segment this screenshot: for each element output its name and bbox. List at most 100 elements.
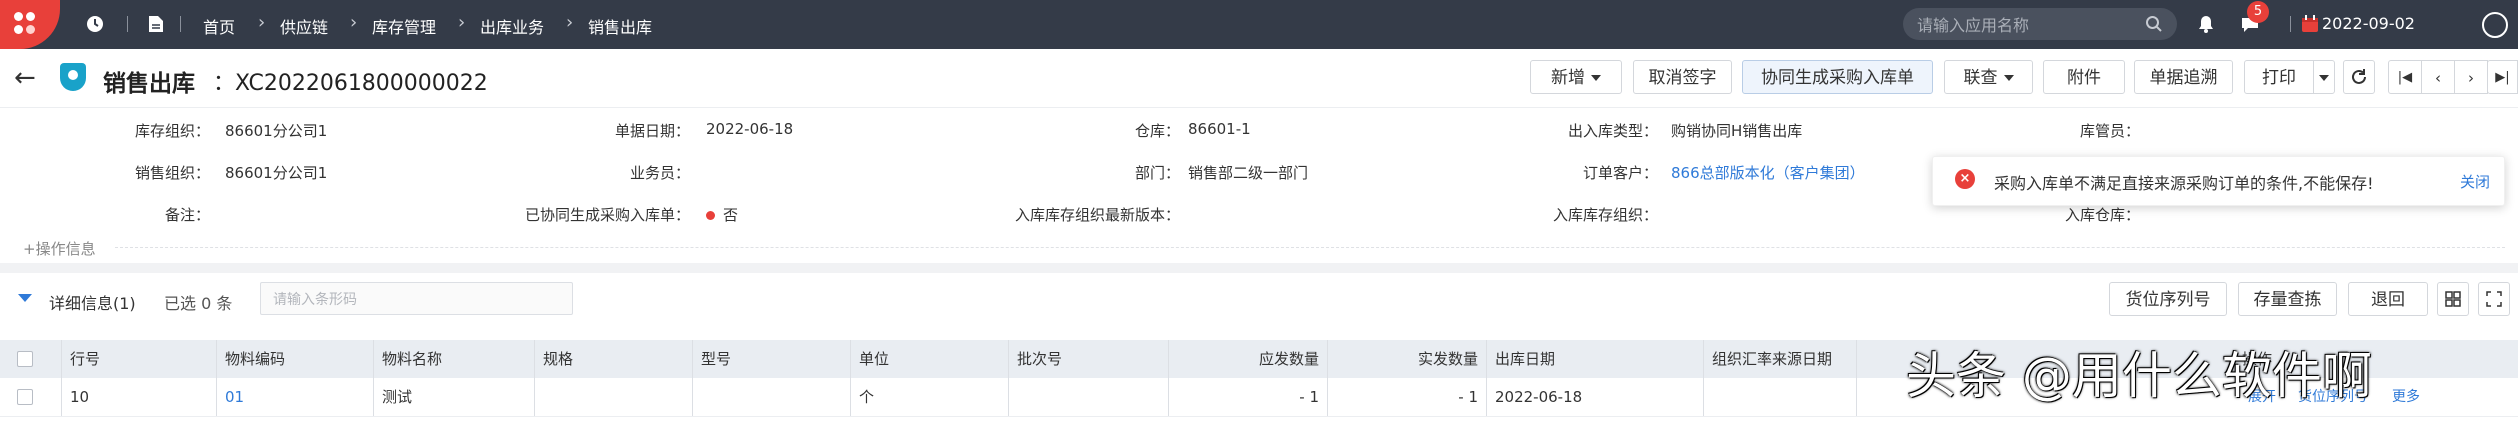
- document-icon[interactable]: [146, 14, 166, 34]
- cell-line-number: 10: [62, 378, 217, 416]
- grid-view-button[interactable]: [2437, 282, 2469, 316]
- divider: [115, 247, 2505, 248]
- column-header[interactable]: 行号: [62, 340, 217, 378]
- document-number: ：XC2022061800000022: [213, 71, 488, 96]
- generate-purchase-inbound-button[interactable]: 协同生成采购入库单: [1742, 60, 1933, 94]
- clock-icon[interactable]: [85, 14, 105, 34]
- dept-label: 部门：: [1134, 164, 1180, 182]
- calendar-icon[interactable]: [2300, 14, 2320, 34]
- row-checkbox[interactable]: [17, 389, 33, 405]
- breadcrumb-current: 销售出库: [588, 18, 653, 37]
- user-avatar[interactable]: [2482, 12, 2508, 38]
- cell-due-qty: - 1: [1169, 378, 1328, 416]
- sales-org-value: 86601分公司1: [225, 164, 328, 182]
- attachment-button[interactable]: 附件: [2043, 60, 2125, 94]
- select-all-checkbox[interactable]: [17, 351, 33, 367]
- page-title: 销售出库: [103, 71, 195, 97]
- operation-info-toggle[interactable]: +操作信息: [23, 238, 96, 259]
- refresh-button[interactable]: [2343, 60, 2375, 94]
- column-header[interactable]: 单位: [851, 340, 1009, 378]
- refresh-icon: [2352, 69, 2366, 84]
- breadcrumb-outbound[interactable]: 出库业务: [480, 14, 544, 38]
- cell-material-code[interactable]: 01: [217, 378, 374, 416]
- breadcrumb-inventory[interactable]: 库存管理: [372, 14, 436, 38]
- back-arrow-icon[interactable]: ←: [14, 63, 36, 93]
- column-header[interactable]: 型号: [693, 340, 851, 378]
- customer-link[interactable]: 866总部版本化（客户集团）: [1671, 162, 1865, 183]
- barcode-input[interactable]: [271, 289, 555, 311]
- column-header[interactable]: 物料编码: [217, 340, 374, 378]
- cell-rate-date: [1704, 378, 1857, 416]
- dept-value: 销售部二级一部门: [1188, 164, 1309, 182]
- app-logo[interactable]: [0, 0, 60, 49]
- outbound-type-value: 购销协同H销售出库: [1671, 122, 1803, 140]
- doc-date-value: 2022-06-18: [706, 120, 794, 138]
- selected-count: 已选 0 条: [164, 294, 233, 313]
- collab-generated-label: 已协同生成采购入库单：: [524, 206, 690, 224]
- document-trace-button[interactable]: 单据追溯: [2134, 60, 2233, 94]
- row-select-cell[interactable]: [0, 378, 62, 416]
- bell-icon[interactable]: [2196, 14, 2216, 34]
- toast-close-button[interactable]: 关闭: [2460, 171, 2490, 192]
- error-icon: ×: [1955, 169, 1975, 189]
- latest-version-label: 入库库存组织最新版本：: [1014, 206, 1180, 224]
- barcode-field[interactable]: [260, 282, 573, 315]
- print-dropdown[interactable]: [2313, 60, 2335, 94]
- cell-spec: [535, 378, 693, 416]
- inventory-org-value: 86601分公司1: [225, 122, 328, 140]
- location-serial-button[interactable]: 货位序列号: [2109, 282, 2227, 316]
- divider: [2290, 16, 2291, 32]
- cell-batch: [1009, 378, 1169, 416]
- column-header[interactable]: 实发数量: [1328, 340, 1487, 378]
- notification-badge: 5: [2247, 1, 2269, 23]
- column-header[interactable]: 应发数量: [1169, 340, 1328, 378]
- keeper-label: 库管员：: [2079, 122, 2140, 140]
- breadcrumb-home[interactable]: 首页: [203, 14, 235, 38]
- collapse-caret-icon[interactable]: [18, 294, 32, 302]
- toast-message: 采购入库单不满足直接来源采购订单的条件,不能保存!: [1994, 174, 2374, 193]
- inbound-org-label: 入库库存组织：: [1552, 206, 1658, 224]
- error-toast: × 采购入库单不满足直接来源采购订单的条件,不能保存! 关闭: [1932, 156, 2505, 206]
- row-more-link[interactable]: 更多: [2392, 378, 2420, 416]
- next-page-button[interactable]: ›: [2454, 60, 2488, 94]
- cell-actual-qty: - 1: [1328, 378, 1487, 416]
- top-navigation-bar: 首页 › 供应链 › 库存管理 › 出库业务 › 销售出库 5 2022-09-…: [0, 0, 2518, 49]
- print-button[interactable]: 打印: [2244, 60, 2314, 94]
- outbound-type-label: 出入库类型：: [1567, 122, 1658, 140]
- doc-date-label: 单据日期：: [614, 122, 690, 140]
- first-page-button[interactable]: |◀: [2388, 60, 2422, 94]
- breadcrumb-separator: ›: [258, 12, 266, 33]
- fullscreen-button[interactable]: [2478, 282, 2510, 316]
- current-date: 2022-09-02: [2322, 14, 2415, 33]
- document-type-icon: [60, 63, 86, 91]
- breadcrumb-supply-chain[interactable]: 供应链: [280, 14, 328, 38]
- warehouse-value: 86601-1: [1188, 120, 1251, 138]
- column-header[interactable]: 组织汇率来源日期: [1704, 340, 1857, 378]
- prev-page-button[interactable]: ‹: [2421, 60, 2455, 94]
- detail-section-title[interactable]: 详细信息(1): [49, 290, 136, 314]
- app-search-box[interactable]: [1903, 8, 2177, 40]
- select-all-cell[interactable]: [0, 340, 62, 378]
- divider: [180, 16, 181, 32]
- collab-generated-value: 否: [706, 204, 738, 225]
- search-icon[interactable]: [2145, 15, 2163, 33]
- cancel-sign-button[interactable]: 取消签字: [1633, 60, 1732, 94]
- add-button[interactable]: 新增: [1530, 60, 1622, 94]
- section-separator: [0, 263, 2518, 273]
- divider: [127, 16, 128, 32]
- column-header[interactable]: 出库日期: [1487, 340, 1704, 378]
- last-page-button[interactable]: ▶|: [2487, 60, 2518, 94]
- cell-model: [693, 378, 851, 416]
- cell-out-date: 2022-06-18: [1487, 378, 1704, 416]
- return-button[interactable]: 退回: [2348, 282, 2428, 316]
- column-header[interactable]: 规格: [535, 340, 693, 378]
- column-header[interactable]: 批次号: [1009, 340, 1169, 378]
- cell-unit: 个: [851, 378, 1009, 416]
- column-header[interactable]: 物料名称: [374, 340, 535, 378]
- query-button[interactable]: 联查: [1944, 60, 2033, 94]
- stock-pick-button[interactable]: 存量查拣: [2238, 282, 2337, 316]
- sales-org-label: 销售组织：: [134, 164, 210, 182]
- app-search-input[interactable]: [1915, 13, 2139, 37]
- chevron-down-icon: [1591, 75, 1601, 81]
- query-button-label: 联查: [1963, 68, 1998, 88]
